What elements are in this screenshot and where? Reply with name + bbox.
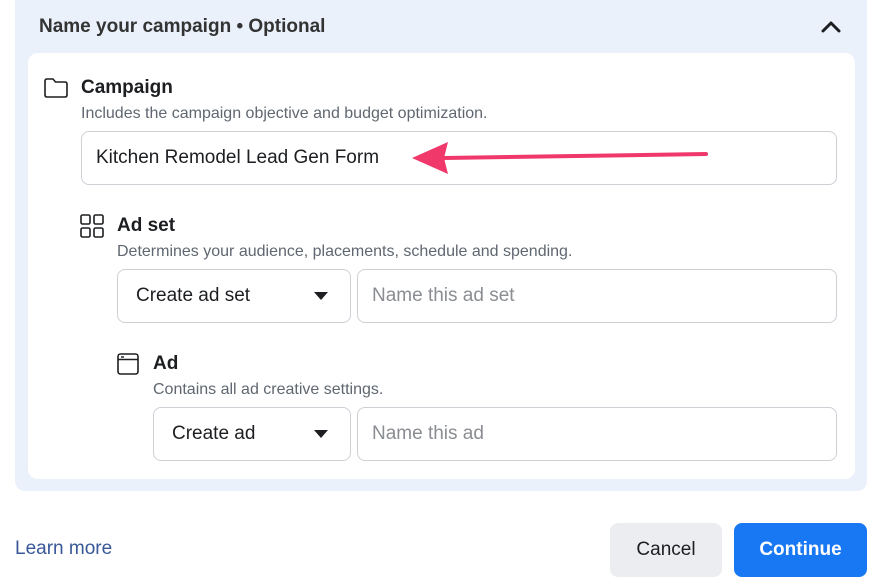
campaign-title-row: Campaign (44, 75, 173, 101)
folder-icon (43, 75, 69, 101)
ad-title: Ad (153, 353, 179, 374)
caret-down-icon (314, 430, 328, 438)
annotation-arrow-icon (412, 142, 708, 174)
collapse-button[interactable] (817, 12, 845, 40)
ad-description: Contains all ad creative settings. (153, 381, 384, 398)
adset-title-row: Ad set (80, 213, 176, 239)
grid-icon (79, 213, 105, 239)
ad-select-label: Create ad (172, 423, 256, 444)
chevron-up-icon (821, 21, 841, 33)
adset-select-label: Create ad set (136, 285, 251, 306)
learn-more-link[interactable]: Learn more (15, 538, 112, 560)
window-icon (115, 351, 141, 377)
campaign-title: Campaign (81, 77, 173, 98)
adset-title: Ad set (117, 215, 176, 236)
ad-select[interactable]: Create ad (153, 407, 351, 461)
campaign-naming-panel: Name your campaign • Optional Campaign I… (15, 0, 867, 491)
adset-description: Determines your audience, placements, sc… (117, 243, 573, 260)
adset-select[interactable]: Create ad set (117, 269, 351, 323)
caret-down-icon (314, 292, 328, 300)
ad-name-input[interactable] (357, 407, 837, 461)
campaign-structure-card: Campaign Includes the campaign objective… (28, 53, 855, 479)
adset-name-input[interactable] (357, 269, 837, 323)
panel-title: Name your campaign • Optional (39, 16, 326, 37)
cancel-button[interactable]: Cancel (610, 523, 722, 577)
campaign-description: Includes the campaign objective and budg… (81, 105, 488, 122)
ad-title-row: Ad (117, 351, 179, 377)
continue-button[interactable]: Continue (734, 523, 867, 577)
